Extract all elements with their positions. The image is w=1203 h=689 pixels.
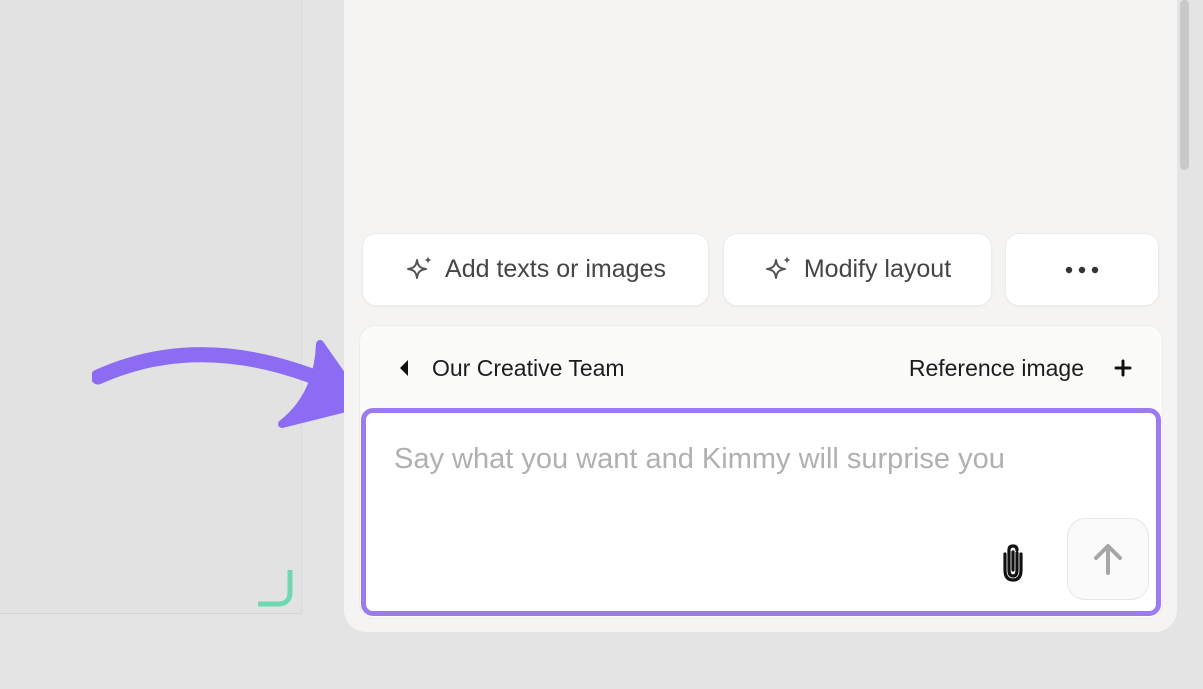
add-texts-label: Add texts or images — [445, 255, 666, 283]
sparkle-icon — [407, 255, 433, 279]
canvas-area — [0, 0, 302, 614]
modify-layout-button[interactable]: Modify layout — [723, 233, 992, 306]
composer-header: Our Creative Team Reference image — [360, 326, 1162, 408]
more-options-button[interactable] — [1005, 233, 1159, 306]
attach-button[interactable] — [996, 541, 1030, 583]
paperclip-icon — [1003, 544, 1023, 582]
team-selector[interactable]: Our Creative Team — [398, 352, 625, 384]
send-button[interactable] — [1067, 518, 1149, 600]
ellipsis-icon — [1065, 266, 1099, 273]
plus-icon — [1114, 359, 1132, 377]
prompt-input[interactable] — [394, 439, 1114, 479]
prompt-box — [361, 408, 1161, 616]
reference-image-label: Reference image — [908, 354, 1084, 381]
caret-left-icon — [400, 360, 408, 376]
arrow-up-icon — [1094, 544, 1122, 575]
annotation-arrow-icon — [92, 340, 366, 428]
reference-image-button[interactable]: Reference image — [909, 352, 1132, 384]
scrollbar[interactable] — [1180, 0, 1189, 170]
modify-layout-label: Modify layout — [803, 255, 952, 283]
team-label: Our Creative Team — [432, 354, 625, 381]
add-texts-or-images-button[interactable]: Add texts or images — [362, 233, 709, 306]
resize-handle-icon[interactable] — [256, 568, 296, 608]
sparkle-icon — [765, 255, 791, 279]
